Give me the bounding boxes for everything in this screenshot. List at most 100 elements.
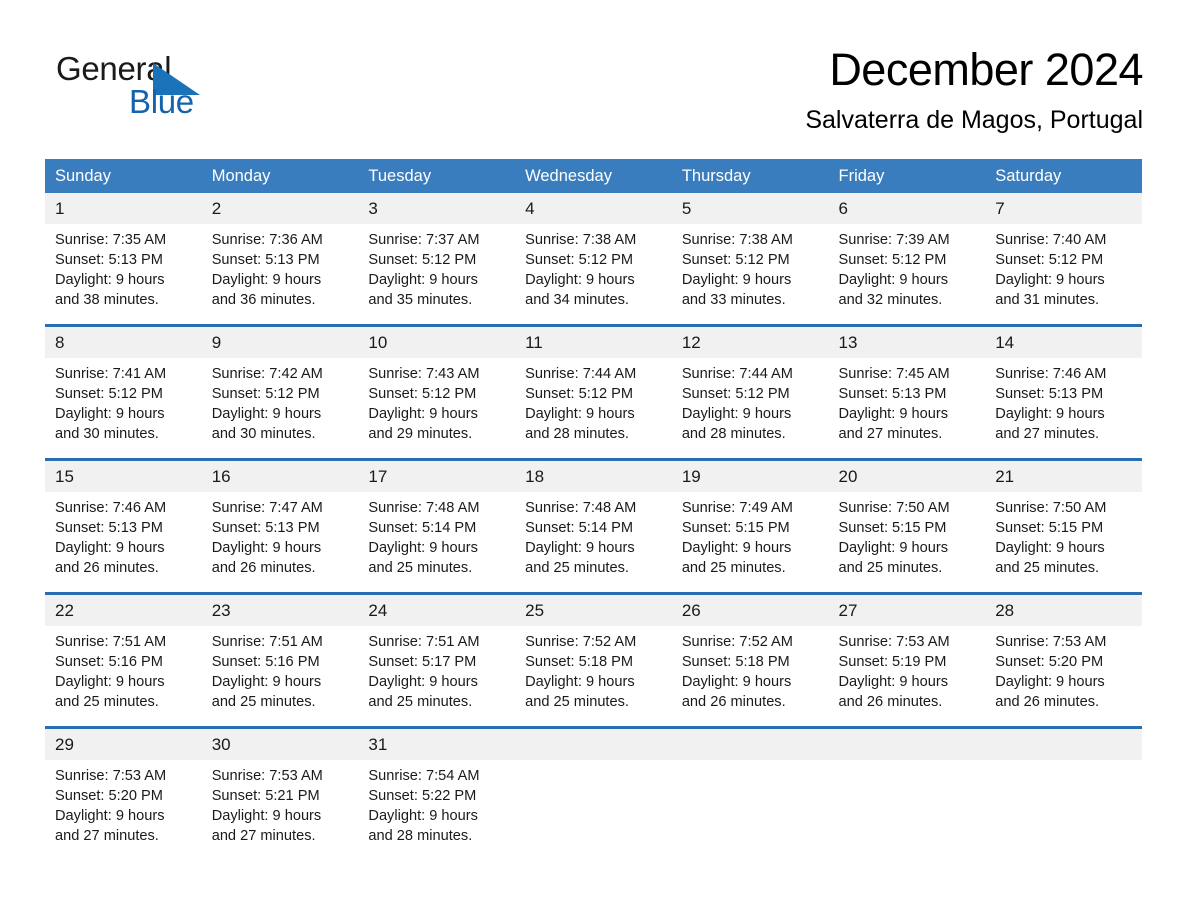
day-number: 2: [201, 193, 359, 224]
sunrise-sunset-calendar-table: Sunday Monday Tuesday Wednesday Thursday…: [45, 159, 1142, 860]
day-details: Sunrise: 7:50 AM Sunset: 5:15 PM Daylight:…: [985, 492, 1142, 578]
calendar-day-cell[interactable]: 6 Sunrise: 7:39 AM Sunset: 5:12 PM Daylight…: [828, 193, 986, 326]
daylight-text-line2: and 30 minutes.: [211, 426, 316, 443]
day-details: Sunrise: 7:44 AM Sunset: 5:12 PM Daylight:…: [672, 358, 829, 444]
day-number: 10: [358, 327, 516, 358]
day-number: 9: [201, 327, 359, 358]
calendar-day-cell[interactable]: 24 Sunrise: 7:51 AM Sunset: 5:17 PM Dayligh…: [358, 592, 516, 728]
day-number: 31: [358, 729, 516, 760]
daylight-text-line2: and 29 minutes.: [368, 426, 473, 443]
daylight-text-line2: and 28 minutes.: [368, 828, 473, 845]
day-number: 22: [45, 595, 202, 626]
daylight-text-line2: and 26 minutes.: [995, 694, 1100, 711]
calendar-day-cell[interactable]: 21 Sunrise: 7:50 AM Sunset: 5:15 PM Dayligh…: [985, 458, 1142, 594]
daylight-text-line1: Daylight: 9 hours: [681, 272, 792, 289]
calendar-day-cell[interactable]: 16 Sunrise: 7:47 AM Sunset: 5:13 PM Dayligh…: [201, 458, 359, 594]
day-details: Sunrise: 7:45 AM Sunset: 5:13 PM Daylight:…: [829, 358, 986, 444]
sunrise-text: Sunrise: 7:51 AM: [211, 634, 323, 650]
day-details: Sunrise: 7:38 AM Sunset: 5:12 PM Daylight:…: [672, 224, 829, 310]
day-details: Sunrise: 7:40 AM Sunset: 5:12 PM Daylight:…: [985, 224, 1142, 310]
day-details: Sunrise: 7:38 AM Sunset: 5:12 PM Daylight:…: [515, 224, 672, 310]
calendar-day-cell[interactable]: 18 Sunrise: 7:48 AM Sunset: 5:14 PM Dayligh…: [515, 458, 672, 594]
calendar-header-row-group: Sunday Monday Tuesday Wednesday Thursday…: [45, 159, 1142, 193]
sunrise-text: Sunrise: 7:38 AM: [525, 232, 637, 248]
sunset-text: Sunset: 5:12 PM: [368, 252, 477, 269]
weekday-header-row: Sunday Monday Tuesday Wednesday Thursday…: [45, 159, 1142, 193]
calendar-day-cell[interactable]: 13 Sunrise: 7:45 AM Sunset: 5:13 PM Dayligh…: [828, 324, 986, 460]
general-blue-logo[interactable]: General Blue: [56, 52, 256, 128]
day-number: 13: [828, 327, 986, 358]
calendar-day-cell[interactable]: 11 Sunrise: 7:44 AM Sunset: 5:12 PM Dayligh…: [515, 324, 672, 460]
calendar-day-cell[interactable]: 10 Sunrise: 7:43 AM Sunset: 5:12 PM Dayligh…: [358, 324, 516, 460]
day-details: Sunrise: 7:53 AM Sunset: 5:19 PM Daylight:…: [829, 626, 986, 712]
calendar-day-cell[interactable]: 17 Sunrise: 7:48 AM Sunset: 5:14 PM Dayligh…: [358, 458, 516, 594]
day-details: Sunrise: 7:48 AM Sunset: 5:14 PM Daylight:…: [515, 492, 672, 578]
sunrise-text: Sunrise: 7:44 AM: [681, 366, 793, 382]
daylight-text-line2: and 27 minutes.: [838, 426, 943, 443]
daylight-text-line1: Daylight: 9 hours: [995, 406, 1105, 423]
page-title: December 2024: [829, 44, 1143, 95]
daylight-text-line1: Daylight: 9 hours: [211, 808, 322, 825]
sunrise-text: Sunrise: 7:39 AM: [838, 232, 950, 248]
day-details: Sunrise: 7:46 AM Sunset: 5:13 PM Daylight:…: [985, 358, 1142, 444]
daylight-text-line1: Daylight: 9 hours: [525, 406, 635, 423]
daylight-text-line1: Daylight: 9 hours: [681, 406, 792, 423]
calendar-day-cell[interactable]: 20 Sunrise: 7:50 AM Sunset: 5:15 PM Dayligh…: [828, 458, 986, 594]
weekday-header-friday: Friday: [828, 159, 986, 193]
calendar-day-cell[interactable]: 26 Sunrise: 7:52 AM Sunset: 5:18 PM Dayligh…: [671, 592, 829, 728]
calendar-day-cell[interactable]: 1 Sunrise: 7:35 AM Sunset: 5:13 PM Daylight…: [45, 193, 202, 326]
weekday-header-tuesday: Tuesday: [358, 159, 516, 193]
daylight-text-line1: Daylight: 9 hours: [211, 674, 322, 691]
sunrise-text: Sunrise: 7:35 AM: [55, 232, 167, 248]
sunrise-text: Sunrise: 7:44 AM: [525, 366, 637, 382]
day-details: Sunrise: 7:51 AM Sunset: 5:16 PM Daylight:…: [202, 626, 359, 712]
calendar-day-cell[interactable]: 19 Sunrise: 7:49 AM Sunset: 5:15 PM Dayligh…: [671, 458, 829, 594]
calendar-day-cell[interactable]: 22 Sunrise: 7:51 AM Sunset: 5:16 PM Dayligh…: [45, 592, 202, 728]
calendar-day-cell[interactable]: 12 Sunrise: 7:44 AM Sunset: 5:12 PM Dayligh…: [671, 324, 829, 460]
calendar-day-cell[interactable]: 31 Sunrise: 7:54 AM Sunset: 5:22 PM Dayligh…: [358, 726, 516, 860]
calendar-day-cell[interactable]: 27 Sunrise: 7:53 AM Sunset: 5:19 PM Dayligh…: [828, 592, 986, 728]
calendar-day-cell[interactable]: 14 Sunrise: 7:46 AM Sunset: 5:13 PM Dayligh…: [985, 324, 1142, 460]
day-details: Sunrise: 7:39 AM Sunset: 5:12 PM Daylight:…: [829, 224, 986, 310]
calendar-day-cell[interactable]: 7 Sunrise: 7:40 AM Sunset: 5:12 PM Daylight…: [985, 193, 1142, 326]
daylight-text-line1: Daylight: 9 hours: [55, 406, 165, 423]
sunrise-text: Sunrise: 7:53 AM: [838, 634, 950, 650]
calendar-day-cell[interactable]: 3 Sunrise: 7:37 AM Sunset: 5:12 PM Daylight…: [358, 193, 516, 326]
day-details: Sunrise: 7:52 AM Sunset: 5:18 PM Daylight:…: [515, 626, 672, 712]
calendar-day-cell[interactable]: 9 Sunrise: 7:42 AM Sunset: 5:12 PM Daylight…: [201, 324, 359, 460]
sunrise-text: Sunrise: 7:49 AM: [681, 500, 793, 516]
calendar-day-cell[interactable]: 4 Sunrise: 7:38 AM Sunset: 5:12 PM Daylight…: [515, 193, 672, 326]
sunrise-text: Sunrise: 7:53 AM: [211, 768, 323, 784]
daylight-text-line1: Daylight: 9 hours: [525, 272, 635, 289]
daylight-text-line2: and 25 minutes.: [211, 694, 316, 711]
calendar-day-cell[interactable]: 23 Sunrise: 7:51 AM Sunset: 5:16 PM Dayligh…: [201, 592, 359, 728]
day-details: Sunrise: 7:53 AM Sunset: 5:20 PM Daylight:…: [985, 626, 1142, 712]
sunset-text: Sunset: 5:12 PM: [55, 386, 163, 403]
logo-text-blue: Blue: [129, 83, 194, 120]
calendar-day-cell[interactable]: 30 Sunrise: 7:53 AM Sunset: 5:21 PM Dayligh…: [201, 726, 359, 860]
sunrise-text: Sunrise: 7:47 AM: [211, 500, 323, 516]
sunrise-text: Sunrise: 7:40 AM: [995, 232, 1107, 248]
sunset-text: Sunset: 5:13 PM: [211, 520, 320, 537]
calendar-day-cell[interactable]: 29 Sunrise: 7:53 AM Sunset: 5:20 PM Dayligh…: [45, 726, 202, 860]
sunrise-text: Sunrise: 7:54 AM: [368, 768, 480, 784]
calendar-day-cell[interactable]: 28 Sunrise: 7:53 AM Sunset: 5:20 PM Dayligh…: [985, 592, 1142, 728]
calendar-day-cell[interactable]: 15 Sunrise: 7:46 AM Sunset: 5:13 PM Dayligh…: [45, 458, 202, 594]
calendar-day-cell[interactable]: 8 Sunrise: 7:41 AM Sunset: 5:12 PM Daylight…: [45, 324, 202, 460]
day-details: Sunrise: 7:51 AM Sunset: 5:16 PM Daylight:…: [45, 626, 202, 712]
calendar-day-cell[interactable]: 25 Sunrise: 7:52 AM Sunset: 5:18 PM Dayligh…: [515, 592, 672, 728]
daylight-text-line1: Daylight: 9 hours: [55, 808, 165, 825]
day-number: 1: [45, 193, 202, 224]
sunrise-text: Sunrise: 7:53 AM: [995, 634, 1107, 650]
day-number: 26: [671, 595, 829, 626]
daylight-text-line1: Daylight: 9 hours: [525, 674, 635, 691]
daylight-text-line2: and 26 minutes.: [681, 694, 786, 711]
day-details: Sunrise: 7:52 AM Sunset: 5:18 PM Daylight:…: [672, 626, 829, 712]
sunset-text: Sunset: 5:12 PM: [838, 252, 947, 269]
calendar-day-cell[interactable]: 2 Sunrise: 7:36 AM Sunset: 5:13 PM Daylight…: [201, 193, 359, 326]
calendar-day-cell[interactable]: 5 Sunrise: 7:38 AM Sunset: 5:12 PM Daylight…: [671, 193, 829, 326]
daylight-text-line1: Daylight: 9 hours: [995, 540, 1105, 557]
sunset-text: Sunset: 5:12 PM: [995, 252, 1104, 269]
day-number: 29: [45, 729, 202, 760]
day-details: Sunrise: 7:46 AM Sunset: 5:13 PM Daylight:…: [45, 492, 202, 578]
